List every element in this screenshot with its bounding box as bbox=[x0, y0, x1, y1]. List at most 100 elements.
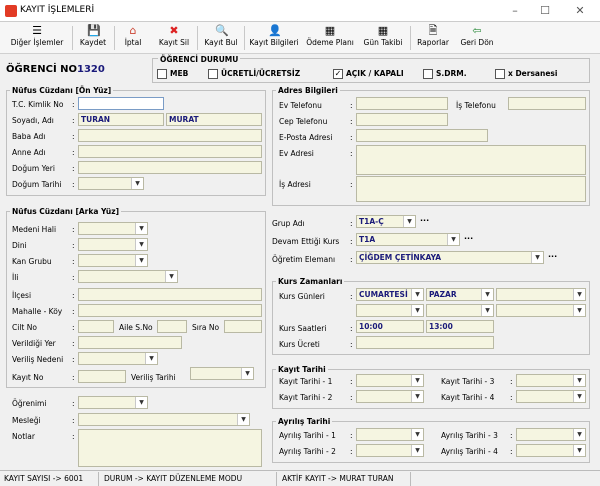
paid-free-checkbox[interactable] bbox=[208, 69, 218, 79]
email-input[interactable] bbox=[356, 129, 488, 142]
religion-label: Dini bbox=[12, 241, 27, 250]
group-name-select[interactable]: T1A-Ç ▼ bbox=[356, 215, 416, 228]
close-button[interactable]: ✕ bbox=[570, 3, 590, 19]
mobile-label: Cep Telefonu bbox=[279, 117, 328, 126]
s-drm-label: S.DRM. bbox=[436, 69, 467, 78]
reg-date-3-picker[interactable]: ▼ bbox=[516, 374, 586, 387]
course-day-5-select[interactable]: ▼ bbox=[426, 304, 494, 317]
issued-place-input[interactable] bbox=[78, 336, 182, 349]
s-drm-checkbox[interactable] bbox=[423, 69, 433, 79]
birthdate-picker[interactable]: ▼ bbox=[78, 177, 144, 190]
district-input[interactable] bbox=[78, 288, 262, 301]
go-back-button[interactable]: ⇦ Geri Dön bbox=[456, 23, 498, 53]
course-day-1-select[interactable]: CUMARTESİ ▼ bbox=[356, 288, 424, 301]
marital-select[interactable]: ▼ bbox=[78, 222, 148, 235]
payment-plan-button[interactable]: ▦ Ödeme Planı bbox=[303, 23, 357, 53]
other-operations-button[interactable]: ☰ Diğer İşlemler bbox=[6, 23, 68, 53]
app-icon bbox=[5, 5, 17, 17]
minimize-button[interactable]: – bbox=[505, 3, 525, 19]
leave-date-4-picker[interactable]: ▼ bbox=[516, 444, 586, 457]
chevron-down-icon: ▼ bbox=[135, 223, 147, 234]
maximize-button[interactable]: ☐ bbox=[535, 3, 555, 19]
issue-reason-label: Veriliş Nedeni bbox=[12, 355, 64, 364]
chevron-down-icon: ▼ bbox=[573, 429, 585, 440]
father-input[interactable] bbox=[78, 129, 262, 142]
student-no-label: ÖĞRENCİ NO bbox=[6, 64, 78, 75]
group-name-label: Grup Adı bbox=[272, 219, 305, 228]
religion-select[interactable]: ▼ bbox=[78, 238, 148, 251]
order-no-label: Sıra No bbox=[192, 323, 220, 332]
first-name-input[interactable]: MURAT bbox=[166, 113, 262, 126]
home-phone-input[interactable] bbox=[356, 97, 448, 110]
course-day-6-select[interactable]: ▼ bbox=[496, 304, 586, 317]
blood-select[interactable]: ▼ bbox=[78, 254, 148, 267]
record-no-input[interactable] bbox=[78, 370, 126, 383]
find-record-button[interactable]: 🔍 Kayıt Bul bbox=[201, 23, 241, 53]
mother-input[interactable] bbox=[78, 145, 262, 158]
day-tracking-button[interactable]: ▦ Gün Takibi bbox=[360, 23, 406, 53]
meb-checkbox[interactable] bbox=[157, 69, 167, 79]
payment-plan-icon: ▦ bbox=[324, 24, 336, 37]
course-end-time[interactable]: 13:00 bbox=[426, 320, 494, 333]
chevron-down-icon: ▼ bbox=[135, 397, 147, 408]
course-fee-input[interactable] bbox=[356, 336, 494, 349]
volume-input[interactable] bbox=[78, 320, 114, 333]
instructor-more-button[interactable]: ... bbox=[548, 250, 557, 259]
education-select[interactable]: ▼ bbox=[78, 396, 148, 409]
reg-date-4-picker[interactable]: ▼ bbox=[516, 390, 586, 403]
home-address-label: Ev Adresi bbox=[279, 149, 314, 158]
course-day-4-select[interactable]: ▼ bbox=[356, 304, 424, 317]
marital-label: Medeni Hali bbox=[12, 225, 57, 234]
chevron-down-icon: ▼ bbox=[131, 178, 143, 189]
record-no-label: Kayıt No bbox=[12, 373, 44, 382]
save-button[interactable]: 💾 Kaydet bbox=[76, 23, 110, 53]
reports-button[interactable]: 🗎 Raporlar bbox=[414, 23, 452, 53]
notes-textarea[interactable] bbox=[78, 429, 262, 467]
open-closed-checkbox[interactable]: ✓ bbox=[333, 69, 343, 79]
course-day-3-select[interactable]: ▼ bbox=[496, 288, 586, 301]
student-status-title: ÖĞRENCİ DURUMU bbox=[158, 55, 241, 64]
leave-date-2-picker[interactable]: ▼ bbox=[356, 444, 424, 457]
province-label: İli bbox=[12, 273, 19, 282]
village-input[interactable] bbox=[78, 304, 262, 317]
reg-date-1-label: Kayıt Tarihi - 1 bbox=[279, 377, 333, 386]
issue-date-picker[interactable]: ▼ bbox=[190, 367, 254, 380]
surname-input[interactable]: TURAN bbox=[78, 113, 164, 126]
home-address-input[interactable] bbox=[356, 145, 586, 175]
delete-record-button[interactable]: ✖ Kayıt Sil bbox=[154, 23, 194, 53]
course-select[interactable]: T1A ▼ bbox=[356, 233, 460, 246]
chevron-down-icon: ▼ bbox=[573, 305, 585, 316]
chevron-down-icon: ▼ bbox=[135, 239, 147, 250]
chevron-down-icon: ▼ bbox=[237, 414, 249, 425]
work-address-input[interactable] bbox=[356, 176, 586, 202]
profession-label: Mesleği bbox=[12, 416, 41, 425]
course-times-title: Kurs Zamanları bbox=[276, 277, 345, 286]
province-select[interactable]: ▼ bbox=[78, 270, 178, 283]
back-arrow-icon: ⇦ bbox=[472, 24, 482, 37]
mobile-input[interactable] bbox=[356, 113, 448, 126]
record-count-status: KAYIT SAYISI -> 6001 bbox=[4, 474, 84, 483]
leave-date-3-picker[interactable]: ▼ bbox=[516, 428, 586, 441]
district-label: İlçesi bbox=[12, 291, 32, 300]
chevron-down-icon: ▼ bbox=[411, 391, 423, 402]
order-no-input[interactable] bbox=[224, 320, 262, 333]
reg-date-2-picker[interactable]: ▼ bbox=[356, 390, 424, 403]
record-info-button[interactable]: 👤 Kayıt Bilgileri bbox=[248, 23, 300, 53]
cancel-button[interactable]: ⌂ İptal bbox=[118, 23, 148, 53]
tc-input[interactable] bbox=[78, 97, 164, 110]
course-day-2-select[interactable]: PAZAR ▼ bbox=[426, 288, 494, 301]
group-more-button[interactable]: ... bbox=[420, 214, 429, 223]
leave-date-1-picker[interactable]: ▼ bbox=[356, 428, 424, 441]
dersanesi-checkbox[interactable] bbox=[495, 69, 505, 79]
course-start-time[interactable]: 10:00 bbox=[356, 320, 424, 333]
work-address-label: İş Adresi bbox=[279, 180, 311, 189]
instructor-select[interactable]: ÇİĞDEM ÇETİNKAYA ▼ bbox=[356, 251, 544, 264]
reg-date-1-picker[interactable]: ▼ bbox=[356, 374, 424, 387]
profession-select[interactable]: ▼ bbox=[78, 413, 250, 426]
course-more-button[interactable]: ... bbox=[464, 232, 473, 241]
work-phone-input[interactable] bbox=[508, 97, 586, 110]
chevron-down-icon: ▼ bbox=[481, 289, 493, 300]
birthplace-input[interactable] bbox=[78, 161, 262, 174]
issue-reason-select[interactable]: ▼ bbox=[78, 352, 158, 365]
family-no-input[interactable] bbox=[157, 320, 187, 333]
